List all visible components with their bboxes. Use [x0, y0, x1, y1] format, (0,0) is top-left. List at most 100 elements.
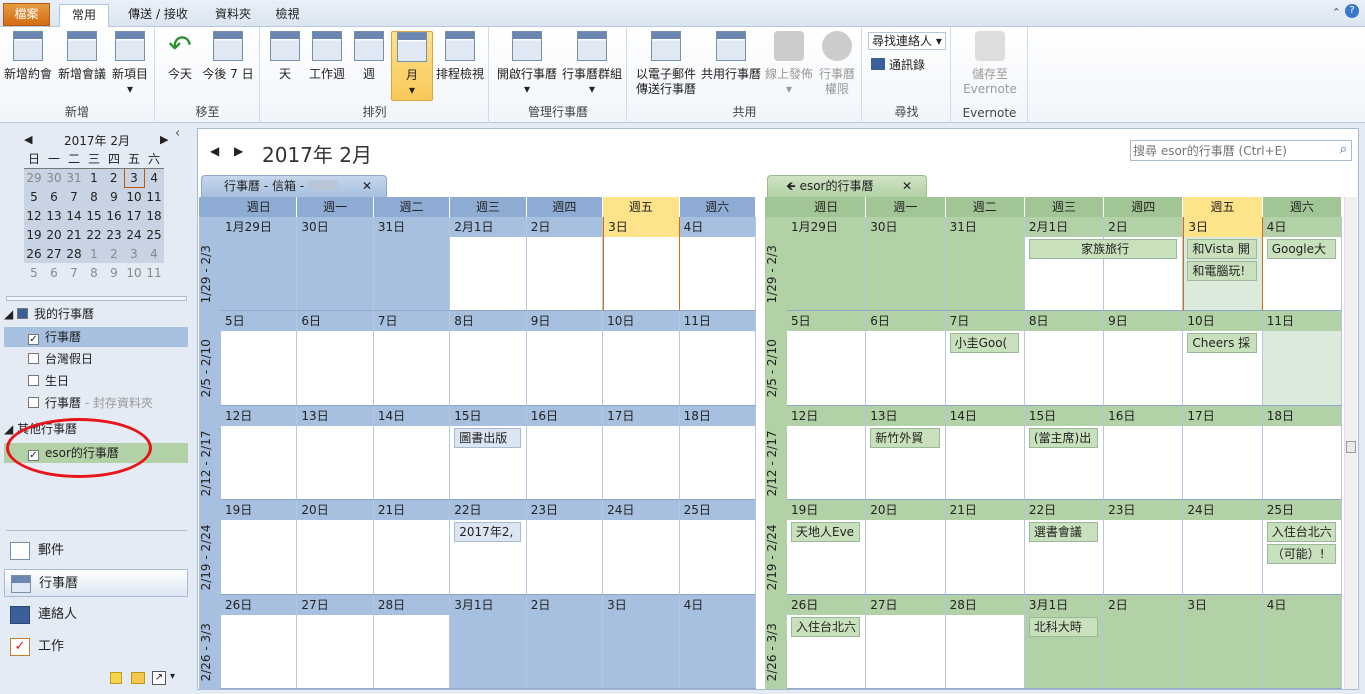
minical-day[interactable]: 23	[104, 225, 124, 244]
minical-day[interactable]: 4	[144, 168, 164, 187]
day-cell[interactable]: 5日	[787, 311, 867, 406]
pane-splitter[interactable]	[6, 296, 187, 301]
minical-day[interactable]: 1	[84, 244, 104, 263]
share-calendar-button[interactable]: 共用行事曆	[700, 31, 762, 82]
appointment[interactable]: Google大	[1266, 239, 1336, 259]
minical-day[interactable]: 7	[64, 187, 84, 206]
minical-day[interactable]: 3	[123, 167, 145, 188]
appointment[interactable]: (當主席)出	[1028, 427, 1099, 448]
minical-day[interactable]: 10	[124, 187, 144, 206]
configure-buttons-icon[interactable]: ▾	[170, 671, 175, 682]
minical-day[interactable]: 4	[144, 244, 164, 263]
search-field[interactable]	[1133, 142, 1329, 159]
day-view-button[interactable]: 天	[269, 31, 301, 82]
notes-icon[interactable]	[110, 672, 122, 684]
tab-send-receive[interactable]: 傳送 / 接收	[118, 4, 198, 27]
minical-day[interactable]: 2	[104, 244, 124, 263]
scrollbar[interactable]	[1344, 197, 1357, 689]
minical-day[interactable]: 28	[64, 244, 84, 263]
appointment[interactable]: 天地人Eve	[791, 522, 861, 543]
day-cell[interactable]: 17日	[603, 405, 680, 501]
collapse-pane-icon[interactable]: ‹	[175, 126, 180, 141]
day-cell[interactable]: 12日	[221, 405, 298, 501]
calendar-groups-button[interactable]: 行事曆群組 ▾	[560, 31, 624, 97]
minical-day[interactable]: 6	[44, 187, 64, 206]
day-cell[interactable]: 12日	[787, 405, 867, 501]
day-cell[interactable]: 19日	[221, 500, 298, 595]
minical-day[interactable]: 11	[144, 263, 164, 282]
day-cell[interactable]: 30日	[297, 217, 374, 312]
day-cell[interactable]: 24日	[603, 500, 680, 595]
appointment[interactable]: 北科大時	[1028, 616, 1099, 637]
day-cell[interactable]: 26日	[787, 594, 867, 689]
day-cell[interactable]: 23日	[1104, 500, 1184, 595]
day-cell[interactable]: 3日	[603, 594, 680, 689]
help-icon[interactable]: ?	[1345, 4, 1359, 18]
tab-view[interactable]: 檢視	[265, 4, 310, 27]
week-view-button[interactable]: 週	[353, 31, 385, 82]
day-cell[interactable]: 13日	[866, 405, 946, 501]
checkbox[interactable]	[28, 353, 39, 364]
new-appointment-button[interactable]: 新增約會	[4, 31, 52, 82]
minical-day[interactable]: 16	[104, 206, 124, 225]
day-cell[interactable]: 4日	[679, 594, 756, 689]
day-cell[interactable]: 24日	[1183, 500, 1263, 595]
day-cell[interactable]: 7日	[373, 311, 451, 406]
day-cell[interactable]: 2日	[1104, 217, 1184, 312]
checkbox[interactable]: ✓	[28, 334, 39, 345]
folder-calendar-archive[interactable]: 行事曆 - 封存資料夾	[4, 393, 188, 413]
day-cell[interactable]: 2日	[526, 217, 604, 312]
day-cell[interactable]: 18日	[679, 405, 756, 501]
day-cell[interactable]: 3日	[1183, 594, 1263, 689]
day-cell[interactable]: 8日	[450, 311, 527, 406]
minical-day[interactable]: 25	[144, 225, 164, 244]
schedule-view-button[interactable]: 排程檢視	[435, 31, 485, 82]
appointment[interactable]: 入住台北六	[791, 616, 861, 637]
new-meeting-button[interactable]: 新增會議	[56, 31, 108, 82]
next-period-icon[interactable]: ▶	[234, 144, 243, 158]
minical-day[interactable]: 18	[144, 206, 164, 225]
minical-day[interactable]: 26	[24, 244, 44, 263]
minical-day[interactable]: 12	[24, 206, 44, 225]
day-cell[interactable]: 21日	[373, 500, 451, 595]
day-cell[interactable]: 2日	[1104, 594, 1184, 689]
search-input[interactable]: ⌕	[1130, 140, 1352, 161]
week-label-column[interactable]: 1/29 - 2/3	[199, 217, 221, 312]
today-button[interactable]: ↶ 今天	[162, 31, 198, 82]
minical-day[interactable]: 21	[64, 225, 84, 244]
week-label-column[interactable]: 2/5 - 2/10	[765, 311, 787, 406]
minical-day[interactable]: 30	[44, 168, 64, 187]
minical-day[interactable]: 9	[104, 263, 124, 282]
appointment[interactable]: 選書會議	[1028, 522, 1099, 543]
minical-day[interactable]: 10	[124, 263, 144, 282]
overlay-arrow-icon[interactable]: 🡸	[786, 179, 796, 193]
next-7-days-button[interactable]: 今後 7 日	[202, 31, 254, 82]
minical-day[interactable]: 8	[84, 187, 104, 206]
nav-contacts[interactable]: 連絡人	[4, 601, 188, 629]
collapse-ribbon-icon[interactable]: ⌃	[1332, 6, 1341, 19]
checkbox[interactable]	[28, 397, 39, 408]
nav-mail[interactable]: 郵件	[4, 537, 188, 565]
day-cell[interactable]: 16日	[1104, 405, 1184, 501]
day-cell[interactable]: 22日	[1024, 500, 1105, 595]
appointment[interactable]: 家族旅行	[1028, 239, 1178, 259]
minical-day[interactable]: 31	[64, 168, 84, 187]
prev-period-icon[interactable]: ◀	[210, 144, 219, 158]
minical-day[interactable]: 6	[44, 263, 64, 282]
day-cell[interactable]: 27日	[297, 594, 374, 689]
folder-birthdays[interactable]: 生日	[4, 371, 188, 391]
appointment[interactable]: 圖書出版	[454, 427, 521, 448]
minical-day[interactable]: 20	[44, 225, 64, 244]
minical-day[interactable]: 9	[104, 187, 124, 206]
day-cell[interactable]: 2月1日	[1024, 217, 1105, 312]
folder-tw-holidays[interactable]: 台灣假日	[4, 349, 188, 369]
address-book-button[interactable]: 通訊錄	[871, 56, 925, 73]
nav-calendar[interactable]: 行事曆	[4, 569, 188, 597]
day-cell[interactable]: 1月29日	[787, 217, 867, 312]
appointment[interactable]: Cheers 採	[1187, 333, 1257, 354]
minical-day[interactable]: 2	[104, 168, 124, 187]
day-cell[interactable]: 15日	[1024, 405, 1105, 501]
close-icon[interactable]: ✕	[902, 176, 912, 196]
day-cell[interactable]: 9日	[526, 311, 604, 406]
minical-day[interactable]: 7	[64, 263, 84, 282]
